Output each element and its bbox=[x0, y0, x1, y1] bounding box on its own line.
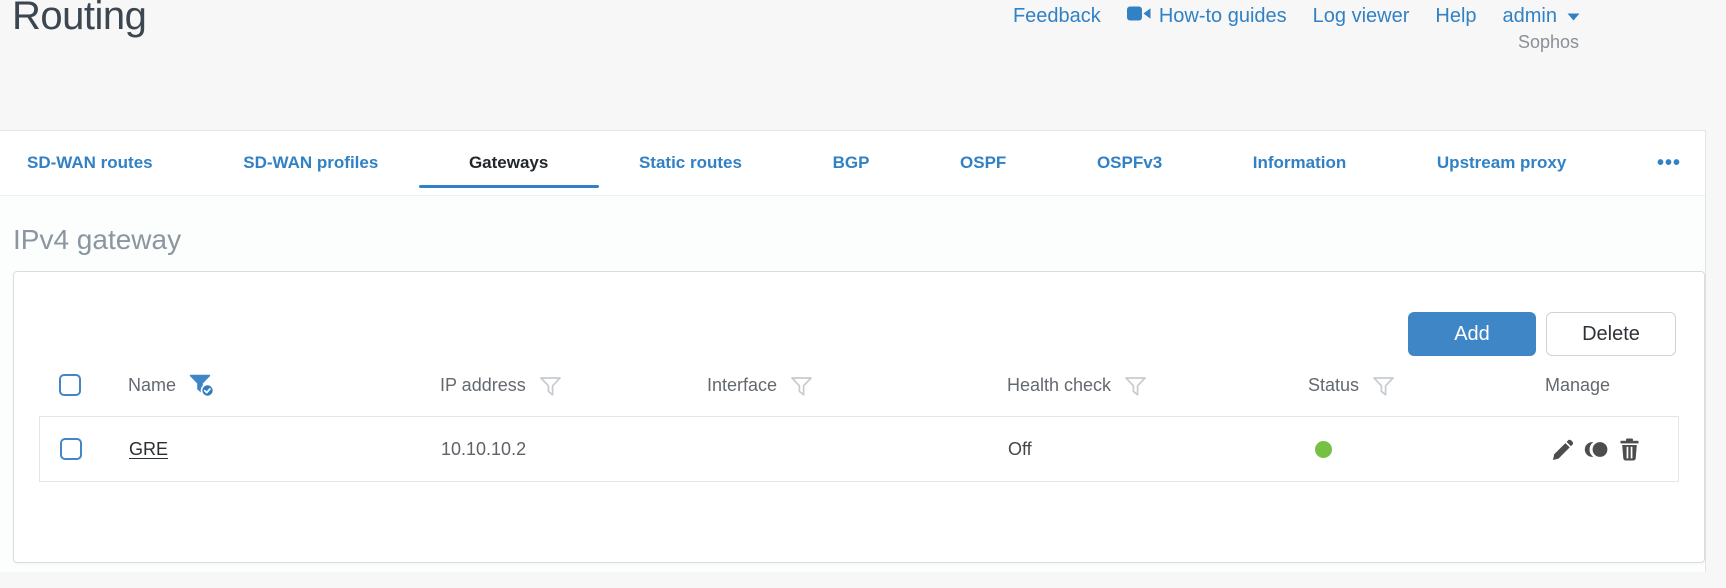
header-cell-manage: Manage bbox=[1545, 375, 1679, 396]
column-label-status: Status bbox=[1308, 374, 1360, 395]
log-viewer-link-label: Log viewer bbox=[1312, 5, 1410, 27]
tab-ospf[interactable]: OSPF bbox=[960, 131, 1006, 195]
header-cell-status: Status bbox=[1308, 374, 1545, 397]
feedback-link-label: Feedback bbox=[1012, 5, 1101, 27]
gateway-panel: Add Delete Name IP address Interface Hea… bbox=[13, 271, 1705, 563]
filter-icon[interactable] bbox=[539, 376, 562, 397]
row-cell-select bbox=[40, 438, 129, 460]
column-label-ip-address: IP address bbox=[440, 374, 526, 395]
add-button[interactable]: Add bbox=[1408, 312, 1536, 356]
tab-bgp[interactable]: BGP bbox=[833, 131, 870, 195]
top-nav: Feedback How-to guides Log viewer Help a… bbox=[1013, 5, 1580, 28]
content-sheet: SD-WAN routes SD-WAN profiles Gateways S… bbox=[0, 130, 1706, 572]
edit-pencil-icon[interactable] bbox=[1552, 438, 1575, 461]
delete-trash-icon[interactable] bbox=[1619, 438, 1640, 461]
panel-toolbar: Add Delete bbox=[14, 312, 1676, 356]
clone-icon[interactable] bbox=[1584, 438, 1610, 461]
account-menu[interactable]: admin bbox=[1503, 5, 1580, 28]
row-cell-manage bbox=[1546, 438, 1678, 461]
tab-gateways[interactable]: Gateways bbox=[469, 131, 548, 195]
gateway-table: Name IP address Interface Health check S… bbox=[39, 366, 1679, 482]
page-title: Routing bbox=[12, 0, 147, 38]
header-cell-health-check: Health check bbox=[1007, 374, 1308, 397]
gateway-health-check-value: Off bbox=[1008, 438, 1032, 459]
filter-icon[interactable] bbox=[1124, 376, 1147, 397]
feedback-link[interactable]: Feedback bbox=[1013, 5, 1101, 28]
status-up-indicator bbox=[1315, 440, 1332, 458]
tab-information[interactable]: Information bbox=[1253, 131, 1347, 195]
header-cell-select bbox=[39, 374, 128, 396]
header-cell-name: Name bbox=[128, 372, 440, 398]
column-label-interface: Interface bbox=[707, 374, 778, 395]
header-cell-interface: Interface bbox=[707, 374, 1007, 397]
column-label-name: Name bbox=[128, 374, 177, 395]
header-cell-ip-address: IP address bbox=[440, 374, 707, 397]
table-row: GRE 10.10.10.2 Off bbox=[39, 416, 1679, 482]
filter-icon[interactable] bbox=[790, 376, 813, 397]
log-viewer-link[interactable]: Log viewer bbox=[1313, 5, 1410, 28]
row-cell-health-check: Off bbox=[1008, 439, 1309, 460]
gateway-ip-value: 10.10.10.2 bbox=[441, 438, 527, 459]
tab-overflow-ellipsis-icon[interactable]: ••• bbox=[1657, 152, 1681, 175]
tab-sdwan-routes[interactable]: SD-WAN routes bbox=[27, 131, 153, 195]
tab-static-routes[interactable]: Static routes bbox=[639, 131, 742, 195]
account-menu-label: admin bbox=[1502, 5, 1557, 27]
table-header-row: Name IP address Interface Health check S… bbox=[39, 366, 1679, 404]
gateway-name-link[interactable]: GRE bbox=[129, 439, 168, 460]
howto-guides-link[interactable]: How-to guides bbox=[1126, 5, 1287, 28]
tab-bar: SD-WAN routes SD-WAN profiles Gateways S… bbox=[0, 131, 1705, 196]
delete-button[interactable]: Delete bbox=[1546, 312, 1676, 356]
tab-ospfv3[interactable]: OSPFv3 bbox=[1097, 131, 1162, 195]
howto-guides-link-label: How-to guides bbox=[1158, 5, 1287, 27]
tab-upstream-proxy[interactable]: Upstream proxy bbox=[1437, 131, 1566, 195]
help-link[interactable]: Help bbox=[1435, 5, 1476, 28]
column-label-manage: Manage bbox=[1545, 374, 1611, 395]
tab-sdwan-profiles[interactable]: SD-WAN profiles bbox=[243, 131, 378, 195]
manage-actions bbox=[1552, 438, 1640, 461]
help-link-label: Help bbox=[1435, 5, 1477, 27]
chevron-down-icon bbox=[1567, 13, 1580, 21]
column-label-health-check: Health check bbox=[1007, 374, 1112, 395]
row-cell-name: GRE bbox=[129, 439, 441, 460]
video-camera-icon bbox=[1126, 5, 1151, 28]
select-all-checkbox[interactable] bbox=[59, 374, 81, 396]
brand-label: Sophos bbox=[1517, 32, 1579, 52]
section-heading: IPv4 gateway bbox=[13, 224, 182, 255]
filter-active-icon[interactable] bbox=[189, 374, 215, 398]
filter-icon[interactable] bbox=[1372, 376, 1395, 397]
row-cell-status bbox=[1309, 440, 1546, 458]
row-checkbox[interactable] bbox=[60, 438, 82, 460]
row-cell-ip-address: 10.10.10.2 bbox=[441, 439, 708, 460]
